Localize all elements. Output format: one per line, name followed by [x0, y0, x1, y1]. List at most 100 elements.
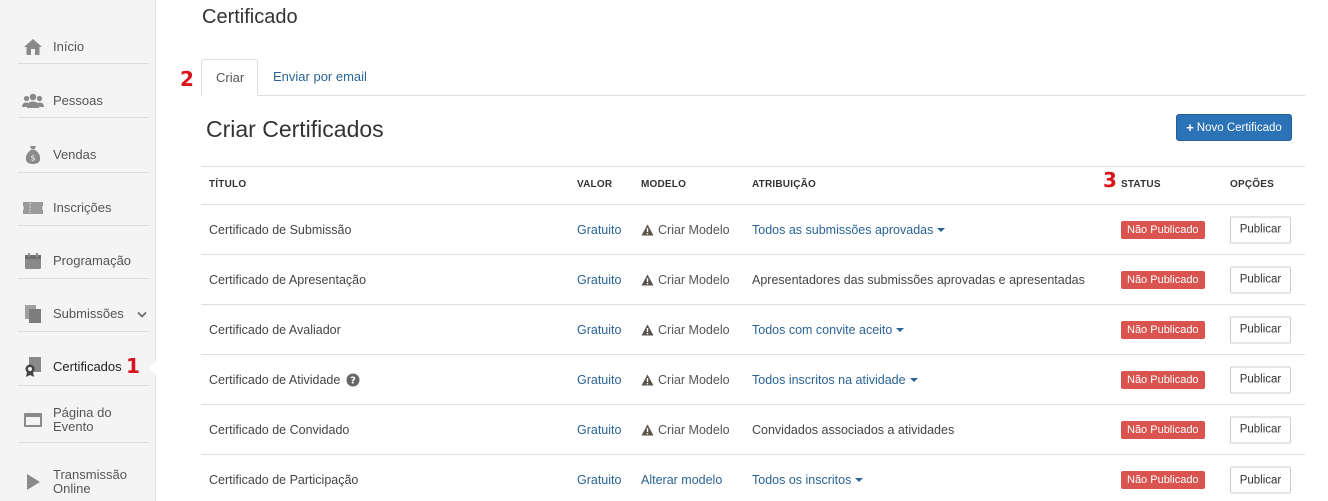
certificate-icon: [22, 356, 44, 378]
valor-link[interactable]: Gratuito: [577, 323, 621, 337]
new-certificate-button[interactable]: + Novo Certificado: [1176, 114, 1292, 141]
table-row: Certificado de Avaliador Gratuito Criar …: [201, 305, 1305, 355]
model-label: Criar Modelo: [658, 372, 730, 387]
header-valor: VALOR: [577, 179, 613, 190]
model-label: Criar Modelo: [658, 222, 730, 237]
header-titulo: TÍTULO: [209, 179, 247, 190]
active-indicator: [149, 361, 156, 375]
sidebar-item-inscricoes[interactable]: Inscrições: [18, 190, 149, 226]
caret-down-icon: [909, 377, 918, 382]
attribution-text: Convidados associados a atividades: [752, 423, 954, 437]
certificate-title: Certificado de Apresentação: [209, 272, 367, 287]
ticket-icon: [22, 197, 44, 219]
attribution-label: Convidados associados a atividades: [752, 422, 955, 437]
sidebar-item-label: Vendas: [53, 146, 97, 162]
publish-button[interactable]: Publicar: [1230, 266, 1291, 293]
sidebar: Início Pessoas $ Vendas Inscrições Progr…: [0, 0, 156, 501]
warning-icon: [641, 324, 654, 336]
attribution-label: Todos inscritos na atividade: [752, 372, 906, 387]
table-header: TÍTULO VALOR MODELO ATRIBUIÇÃO STATUS OP…: [201, 166, 1305, 205]
table-row: Certificado de Convidado Gratuito Criar …: [201, 405, 1305, 455]
play-icon: [22, 471, 44, 493]
attribution-label: Todos com convite aceito: [752, 322, 893, 337]
sidebar-item-programacao[interactable]: Programação: [18, 243, 149, 279]
publish-button[interactable]: Publicar: [1230, 316, 1291, 343]
attribution-dropdown[interactable]: Todos com convite aceito: [752, 322, 905, 337]
caret-down-icon: [896, 327, 905, 332]
sidebar-item-pessoas[interactable]: Pessoas: [18, 84, 149, 118]
status-badge: Não Publicado: [1121, 270, 1205, 289]
change-model-link[interactable]: Alterar modelo: [641, 473, 722, 487]
chevron-down-icon[interactable]: [137, 306, 147, 321]
certificate-title-cell: Certificado de Atividade ?: [209, 373, 360, 387]
sidebar-item-label: Submissões: [53, 305, 124, 321]
sidebar-item-transmissao-online[interactable]: Transmissão Online: [18, 460, 149, 501]
certificate-title: Certificado de Participação: [209, 473, 359, 487]
header-modelo: MODELO: [641, 179, 687, 190]
publish-button[interactable]: Publicar: [1230, 366, 1291, 393]
new-certificate-label: Novo Certificado: [1196, 121, 1282, 134]
status-badge: Não Publicado: [1121, 420, 1205, 439]
publish-button[interactable]: Publicar: [1230, 416, 1291, 443]
table-row: Certificado de Submissão Gratuito Criar …: [201, 205, 1305, 255]
status-badge: Não Publicado: [1121, 370, 1205, 389]
model-label: Criar Modelo: [658, 422, 730, 437]
attribution-label: Apresentadores das submissões aprovadas …: [752, 272, 1085, 287]
valor-link[interactable]: Gratuito: [577, 273, 621, 287]
home-icon: [22, 36, 44, 58]
status-badge: Não Publicado: [1121, 471, 1205, 489]
create-model-link[interactable]: Criar Modelo: [641, 273, 730, 287]
attribution-dropdown[interactable]: Todos os inscritos: [752, 473, 864, 487]
sidebar-item-submissoes[interactable]: Submissões: [18, 296, 149, 332]
header-status: STATUS: [1121, 179, 1161, 190]
sidebar-item-label: Pessoas: [53, 92, 103, 108]
sidebar-item-vendas[interactable]: $ Vendas: [18, 137, 149, 173]
svg-text:$: $: [30, 153, 35, 162]
annotation-marker-1: 1: [126, 354, 140, 378]
model-label: Criar Modelo: [658, 322, 730, 337]
warning-icon: [641, 224, 654, 236]
status-badge: Não Publicado: [1121, 320, 1205, 339]
sidebar-item-label: Inscrições: [53, 199, 112, 215]
page-title: Certificado: [202, 6, 298, 28]
annotation-marker-2: 2: [180, 67, 194, 91]
valor-link[interactable]: Gratuito: [577, 223, 621, 237]
attribution-text: Apresentadores das submissões aprovadas …: [752, 273, 1085, 287]
sidebar-item-label: Início: [53, 38, 85, 54]
valor-link[interactable]: Gratuito: [577, 473, 621, 487]
documents-icon: [22, 303, 44, 325]
create-model-link[interactable]: Criar Modelo: [641, 223, 730, 237]
certificate-title: Certificado de Atividade: [209, 372, 341, 387]
create-model-link[interactable]: Criar Modelo: [641, 373, 730, 387]
certificate-title: Certificado de Convidado: [209, 422, 350, 437]
warning-icon: [641, 374, 654, 386]
warning-icon: [641, 424, 654, 436]
section-title: Criar Certificados: [206, 116, 384, 142]
certificates-table: TÍTULO VALOR MODELO ATRIBUIÇÃO STATUS OP…: [201, 166, 1305, 501]
table-row: Certificado de Apresentação Gratuito Cri…: [201, 255, 1305, 305]
publish-button[interactable]: Publicar: [1230, 466, 1291, 494]
attribution-label: Todos os inscritos: [752, 473, 852, 487]
publish-button[interactable]: Publicar: [1230, 216, 1291, 243]
valor-link[interactable]: Gratuito: [577, 423, 621, 437]
help-icon[interactable]: ?: [346, 373, 360, 387]
svg-text:?: ?: [350, 375, 356, 386]
warning-icon: [641, 274, 654, 286]
sidebar-item-inicio[interactable]: Início: [18, 30, 149, 64]
tab-enviar-por-email[interactable]: Enviar por email: [259, 59, 381, 96]
sidebar-item-pagina-do-evento[interactable]: Página do Evento: [18, 398, 149, 443]
calendar-icon: [22, 250, 44, 272]
create-model-link[interactable]: Criar Modelo: [641, 423, 730, 437]
people-icon: [22, 90, 44, 112]
caret-down-icon: [855, 478, 864, 482]
sidebar-item-label: Programação: [53, 252, 132, 268]
attribution-dropdown[interactable]: Todos inscritos na atividade: [752, 373, 918, 387]
window-icon: [22, 409, 44, 431]
valor-link[interactable]: Gratuito: [577, 373, 621, 387]
sidebar-item-label: Página do Evento: [53, 405, 112, 434]
tab-criar[interactable]: Criar: [201, 59, 258, 96]
attribution-dropdown[interactable]: Todos as submissões aprovadas: [752, 223, 946, 237]
plus-icon: +: [1186, 120, 1194, 135]
caret-down-icon: [937, 227, 946, 232]
create-model-link[interactable]: Criar Modelo: [641, 323, 730, 337]
